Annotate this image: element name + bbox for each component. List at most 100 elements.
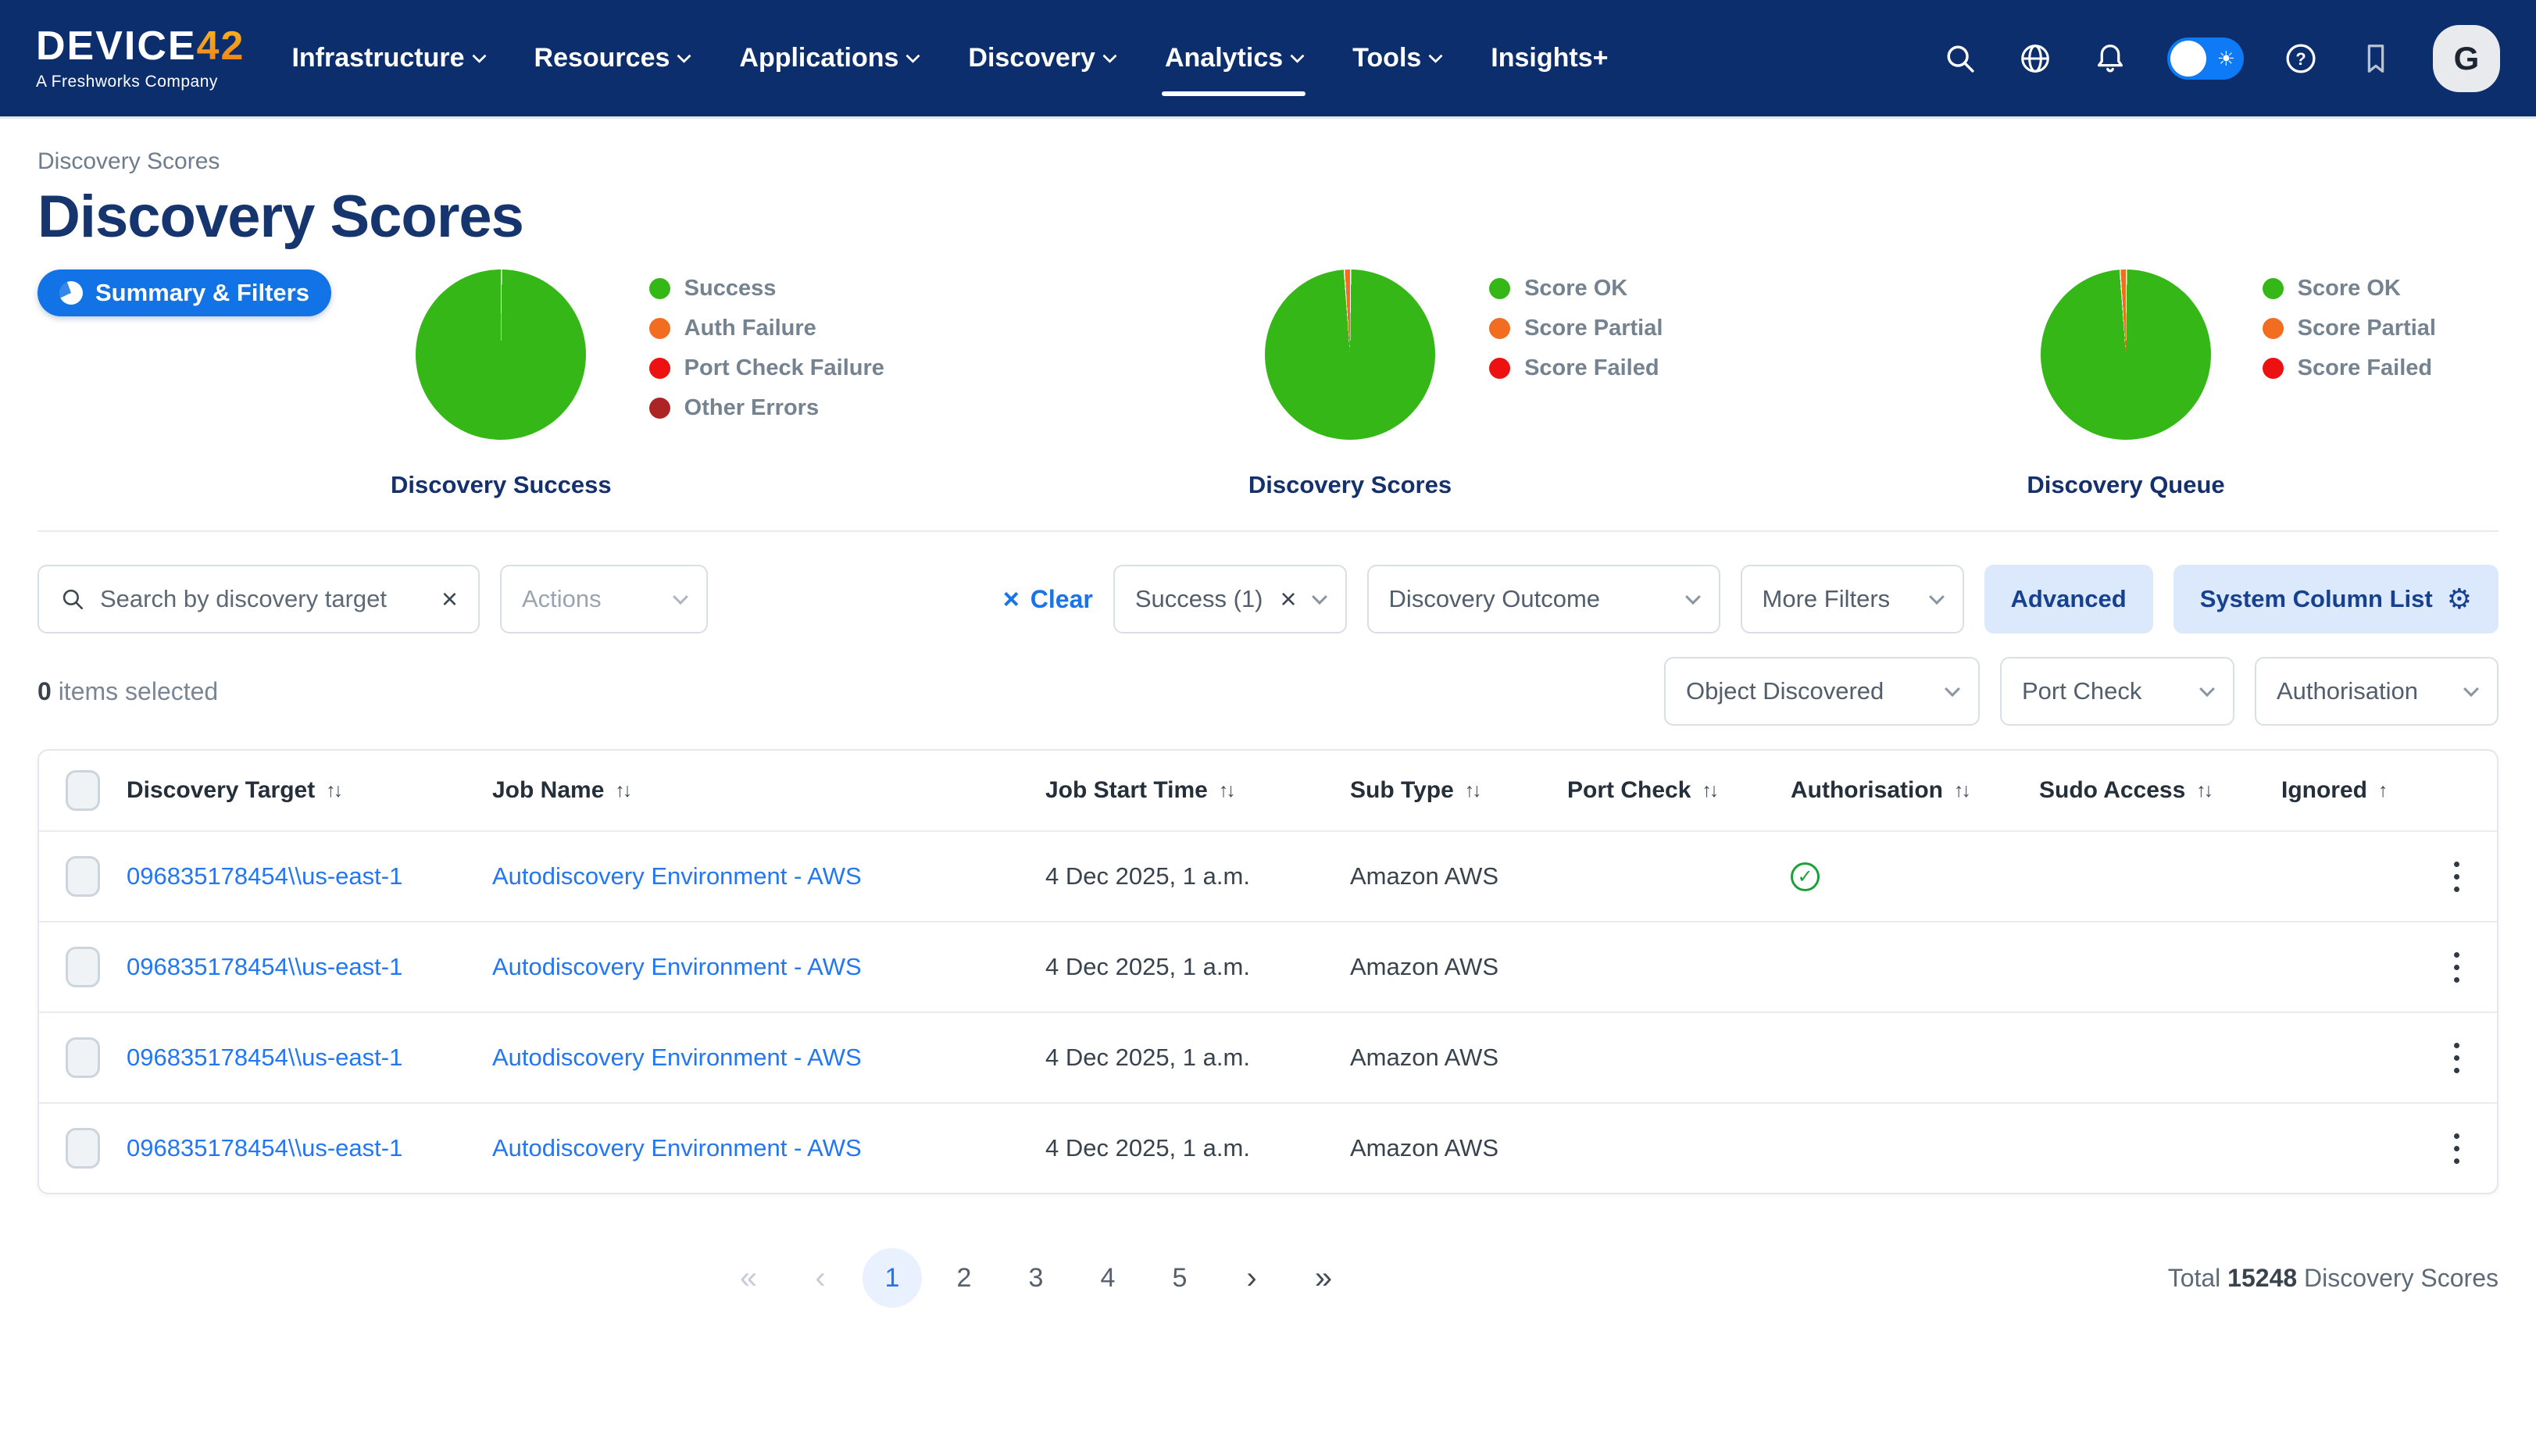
sort-icon[interactable]: ↑↓ xyxy=(1219,780,1234,802)
table-header-row: Discovery Target↑↓ Job Name↑↓ Job Start … xyxy=(39,751,2497,830)
row-checkbox[interactable] xyxy=(66,947,100,987)
sub-type: Amazon AWS xyxy=(1350,953,1567,981)
col-job-start-time[interactable]: Job Start Time↑↓ xyxy=(1045,777,1350,804)
top-navbar: DEVICE42 A Freshworks Company Infrastruc… xyxy=(0,0,2536,119)
row-menu-kebab-icon[interactable] xyxy=(2416,944,2497,990)
job-name-link[interactable]: Autodiscovery Environment - AWS xyxy=(492,1044,862,1071)
discovery-target-link[interactable]: 096835178454\\us-east-1 xyxy=(127,862,402,890)
section-divider xyxy=(38,530,2498,532)
col-authorisation[interactable]: Authorisation↑↓ xyxy=(1791,777,2039,804)
first-page-button[interactable]: « xyxy=(719,1248,778,1308)
clear-icon: × xyxy=(1003,585,1020,613)
sort-icon[interactable]: ↑ xyxy=(2378,780,2386,802)
legend-dot xyxy=(1489,278,1510,299)
success-filter-chip[interactable]: Success (1) × xyxy=(1113,565,1347,633)
sort-icon[interactable]: ↑↓ xyxy=(1954,780,1969,802)
search-icon[interactable] xyxy=(1942,41,1978,77)
chart-discovery-success: Discovery Success Success Auth Failure P… xyxy=(391,269,884,499)
discovery-outcome-dropdown[interactable]: Discovery Outcome xyxy=(1367,565,1720,633)
authorised-check-icon: ✓ xyxy=(1791,862,1820,891)
authorisation-dropdown[interactable]: Authorisation xyxy=(2255,657,2498,726)
job-start-time: 4 Dec 2025, 1 a.m. xyxy=(1045,1134,1350,1162)
brand-tagline: A Freshworks Company xyxy=(36,73,245,91)
legend-item: Success xyxy=(649,276,884,302)
row-checkbox[interactable] xyxy=(66,856,100,897)
legend-item: Score Partial xyxy=(2263,316,2436,341)
row-checkbox[interactable] xyxy=(66,1128,100,1169)
nav-resources[interactable]: Resources xyxy=(534,0,690,118)
legend-item: Port Check Failure xyxy=(649,355,884,381)
pagination: « ‹ 1 2 3 4 5 › » xyxy=(719,1248,1353,1308)
legend-item: Score Partial xyxy=(1489,316,1663,341)
legend-item: Score Failed xyxy=(2263,355,2436,381)
nav-analytics[interactable]: Analytics xyxy=(1165,0,1302,118)
help-icon[interactable]: ? xyxy=(2283,41,2319,77)
job-name-link[interactable]: Autodiscovery Environment - AWS xyxy=(492,1134,862,1162)
col-port-check[interactable]: Port Check↑↓ xyxy=(1567,777,1791,804)
discovery-target-link[interactable]: 096835178454\\us-east-1 xyxy=(127,1044,402,1071)
col-discovery-target[interactable]: Discovery Target↑↓ xyxy=(127,777,492,804)
port-check-dropdown[interactable]: Port Check xyxy=(2000,657,2234,726)
system-column-list-button[interactable]: System Column List ⚙ xyxy=(2173,565,2498,633)
page-button-1[interactable]: 1 xyxy=(863,1248,922,1308)
discovery-target-link[interactable]: 096835178454\\us-east-1 xyxy=(127,1134,402,1162)
search-box[interactable]: × xyxy=(38,565,480,633)
sort-icon[interactable]: ↑↓ xyxy=(326,780,341,802)
filter-toolbar-secondary: 0 items selected Object Discovered Port … xyxy=(38,657,2498,726)
col-job-name[interactable]: Job Name↑↓ xyxy=(492,777,1045,804)
clear-search-icon[interactable]: × xyxy=(441,585,458,613)
legend-item: Other Errors xyxy=(649,395,884,421)
nav-insights[interactable]: Insights+ xyxy=(1491,0,1608,118)
page-button-3[interactable]: 3 xyxy=(1006,1248,1066,1308)
sort-icon[interactable]: ↑↓ xyxy=(615,780,630,802)
nav-infrastructure[interactable]: Infrastructure xyxy=(291,0,484,118)
clear-filters-button[interactable]: × Clear xyxy=(1003,585,1093,614)
nav-discovery[interactable]: Discovery xyxy=(968,0,1115,118)
object-discovered-dropdown[interactable]: Object Discovered xyxy=(1664,657,1980,726)
chart-legend: Success Auth Failure Port Check Failure … xyxy=(649,269,884,499)
sort-icon[interactable]: ↑↓ xyxy=(2196,780,2211,802)
sort-icon[interactable]: ↑↓ xyxy=(1465,780,1480,802)
row-menu-kebab-icon[interactable] xyxy=(2416,854,2497,900)
job-start-time: 4 Dec 2025, 1 a.m. xyxy=(1045,1044,1350,1072)
filter-toolbar: × Actions × Clear Success (1) × Discover… xyxy=(38,565,2498,633)
globe-icon[interactable] xyxy=(2017,41,2053,77)
notifications-bell-icon[interactable] xyxy=(2092,41,2128,77)
user-avatar[interactable]: G xyxy=(2433,25,2500,92)
summary-filters-button[interactable]: Summary & Filters xyxy=(38,269,331,316)
page-button-2[interactable]: 2 xyxy=(934,1248,994,1308)
legend-item: Score OK xyxy=(2263,276,2436,302)
last-page-button[interactable]: » xyxy=(1294,1248,1353,1308)
col-ignored[interactable]: Ignored↑ xyxy=(2281,777,2416,804)
select-all-checkbox[interactable] xyxy=(66,770,100,811)
bookmark-icon[interactable] xyxy=(2358,41,2394,77)
row-menu-kebab-icon[interactable] xyxy=(2416,1126,2497,1172)
remove-filter-icon[interactable]: × xyxy=(1281,585,1297,613)
col-sub-type[interactable]: Sub Type↑↓ xyxy=(1350,777,1567,804)
next-page-button[interactable]: › xyxy=(1222,1248,1281,1308)
col-sudo-access[interactable]: Sudo Access↑↓ xyxy=(2039,777,2281,804)
theme-toggle[interactable]: ☀ xyxy=(2167,37,2244,80)
page-button-4[interactable]: 4 xyxy=(1078,1248,1138,1308)
job-name-link[interactable]: Autodiscovery Environment - AWS xyxy=(492,953,862,980)
sort-icon[interactable]: ↑↓ xyxy=(1702,780,1716,802)
discovery-target-link[interactable]: 096835178454\\us-east-1 xyxy=(127,953,402,980)
table-row: 096835178454\\us-east-1 Autodiscovery En… xyxy=(39,1102,2497,1193)
job-name-link[interactable]: Autodiscovery Environment - AWS xyxy=(492,862,862,890)
page-button-5[interactable]: 5 xyxy=(1150,1248,1209,1308)
brand-logo[interactable]: DEVICE42 A Freshworks Company xyxy=(36,26,245,91)
row-checkbox[interactable] xyxy=(66,1037,100,1078)
nav-utilities: ☀ ? G xyxy=(1942,25,2500,92)
chevron-down-icon xyxy=(2463,681,2479,697)
chevron-down-icon xyxy=(472,48,486,62)
row-menu-kebab-icon[interactable] xyxy=(2416,1035,2497,1081)
prev-page-button[interactable]: ‹ xyxy=(791,1248,850,1308)
advanced-button[interactable]: Advanced xyxy=(1984,565,2153,633)
search-input[interactable] xyxy=(100,585,427,613)
chevron-down-icon xyxy=(906,48,920,62)
actions-dropdown[interactable]: Actions xyxy=(500,565,708,633)
nav-tools[interactable]: Tools xyxy=(1352,0,1441,118)
chart-title: Discovery Queue xyxy=(2027,471,2224,499)
nav-applications[interactable]: Applications xyxy=(739,0,918,118)
more-filters-dropdown[interactable]: More Filters xyxy=(1741,565,1964,633)
